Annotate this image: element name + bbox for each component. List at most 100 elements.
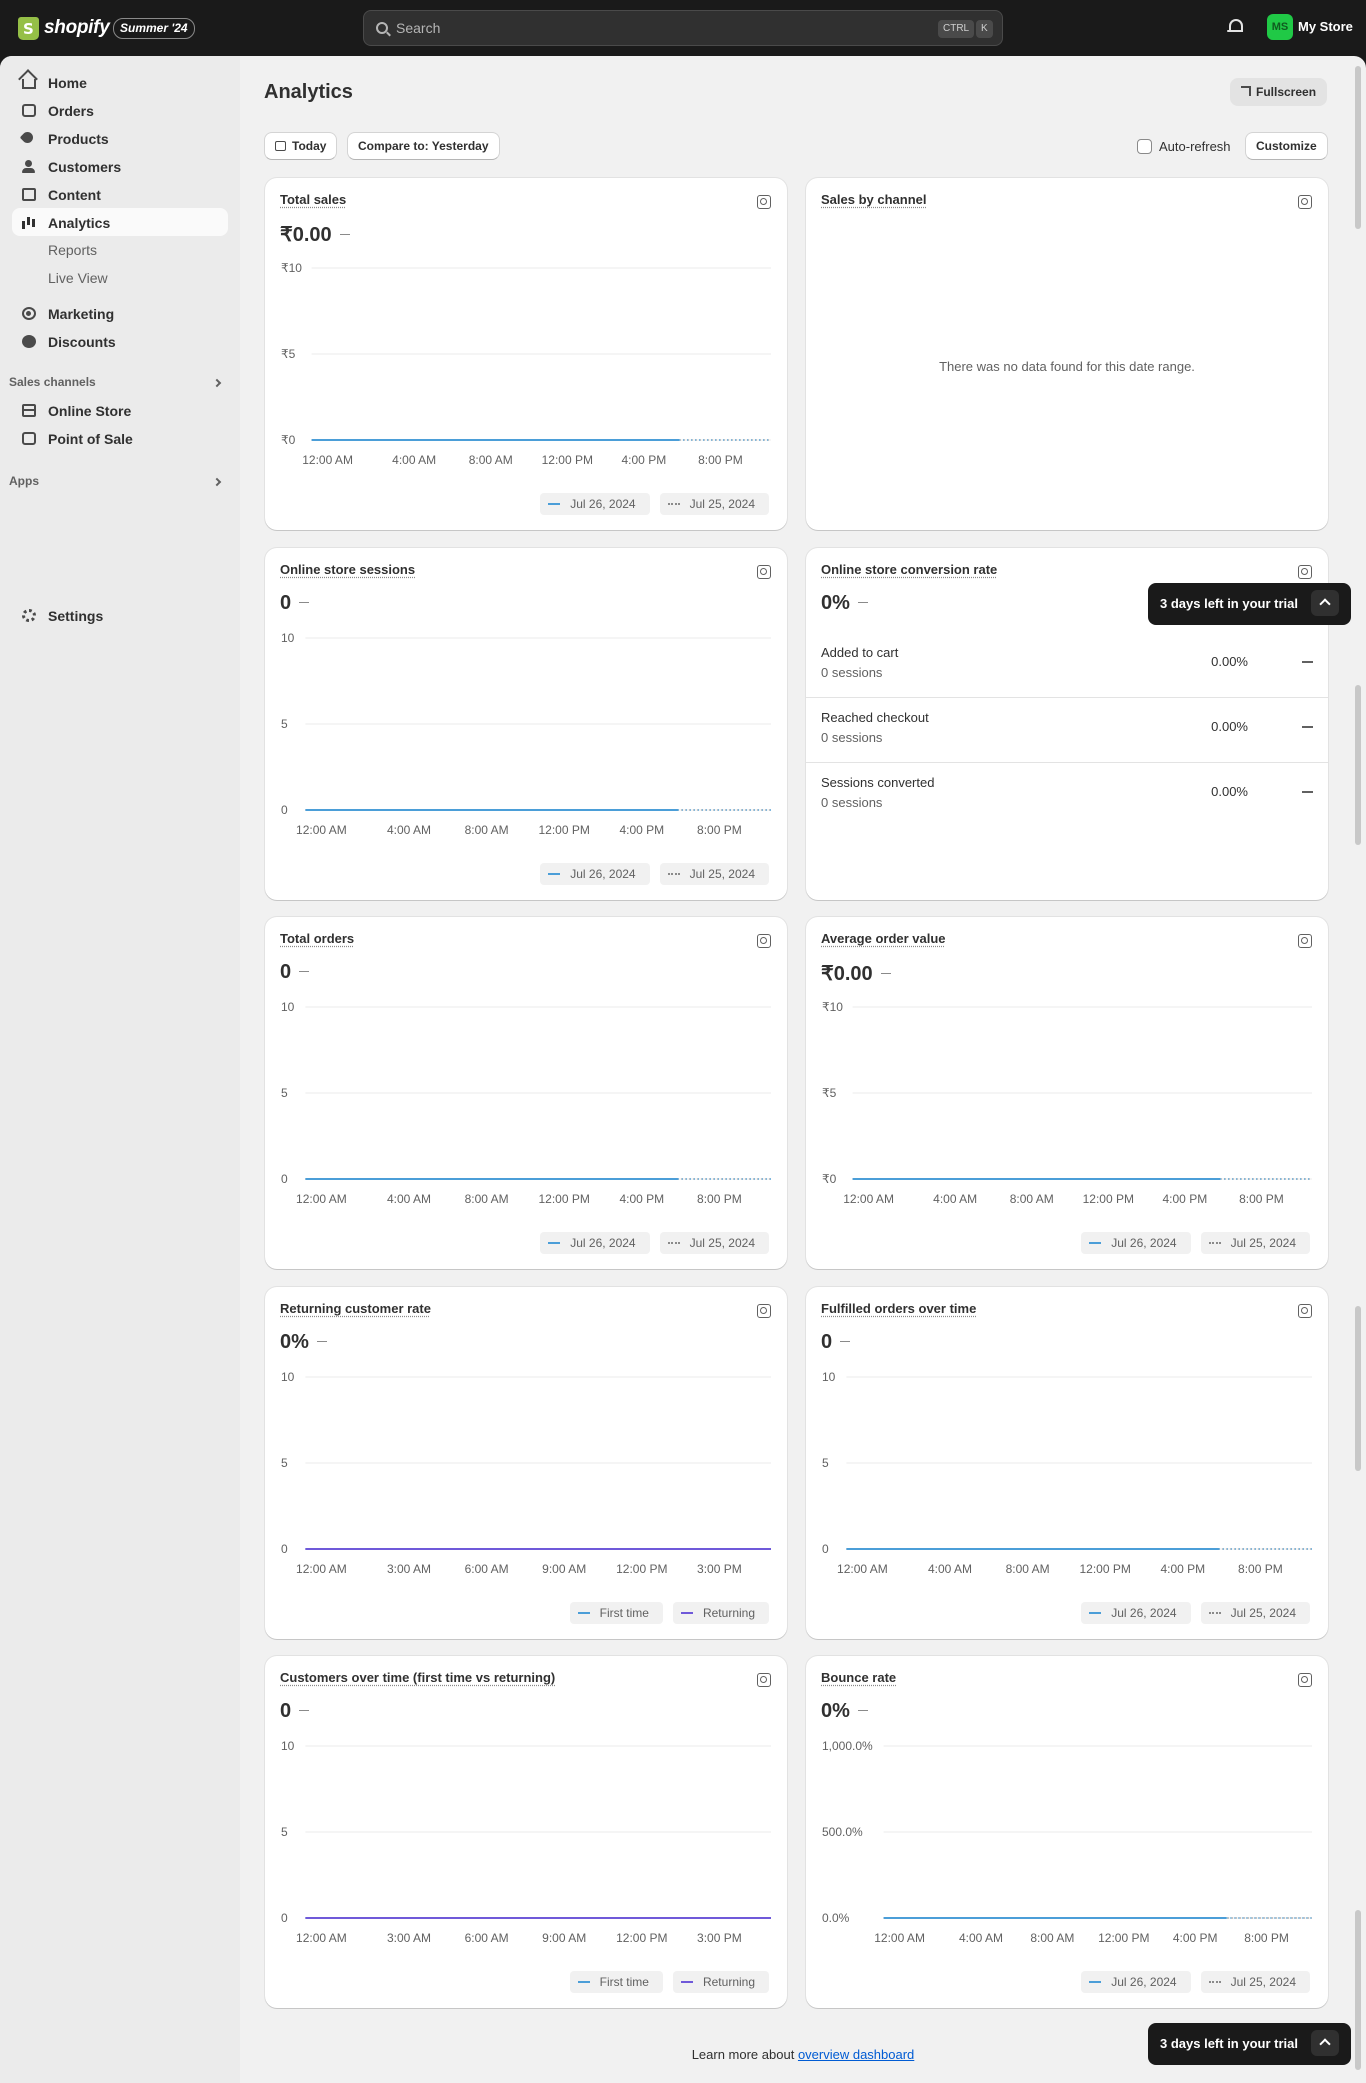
legend-item-previous[interactable]: Jul 25, 2024: [1200, 1602, 1310, 1624]
trial-banner[interactable]: 3 days left in your trial: [1148, 583, 1351, 625]
y-tick-label: 5: [281, 1456, 288, 1470]
card-title[interactable]: Customers over time (first time vs retur…: [280, 1670, 555, 1685]
legend-item-previous[interactable]: Jul 25, 2024: [659, 863, 769, 885]
chevron-up-icon[interactable]: [1311, 590, 1339, 616]
zoom-icon[interactable]: [1298, 1673, 1312, 1687]
legend-swatch: [667, 1242, 680, 1244]
card-title[interactable]: Total sales: [280, 192, 346, 207]
card-title[interactable]: Online store sessions: [280, 562, 415, 577]
sidebar-item-label: Orders: [48, 103, 94, 119]
card-value: 0%: [280, 1331, 327, 1354]
sidebar-item-analytics[interactable]: Analytics: [12, 208, 228, 236]
y-tick-label: 0: [281, 1911, 288, 1925]
chevron-right-icon[interactable]: [212, 477, 222, 487]
fullscreen-button[interactable]: Fullscreen: [1230, 78, 1328, 106]
x-tick-label: 4:00 AM: [387, 1192, 431, 1206]
card-title[interactable]: Bounce rate: [821, 1670, 896, 1685]
zoom-icon[interactable]: [757, 195, 771, 209]
sales-channels-heading[interactable]: Sales channels: [9, 375, 96, 389]
zoom-icon[interactable]: [1298, 1304, 1312, 1318]
legend-item-current[interactable]: Jul 26, 2024: [540, 1232, 650, 1254]
search-bar[interactable]: Search CTRL K: [363, 10, 1003, 46]
zoom-icon[interactable]: [757, 565, 771, 579]
chart-legend: Jul 26, 2024 Jul 25, 2024: [1081, 1971, 1310, 1993]
conversion-row: Added to cart 0 sessions 0.00%: [806, 633, 1328, 698]
discount-icon: [22, 335, 36, 348]
apps-heading[interactable]: Apps: [9, 474, 39, 488]
card-title[interactable]: Total orders: [280, 931, 354, 946]
chevron-up-icon[interactable]: [1311, 2030, 1339, 2056]
card-title[interactable]: Online store conversion rate: [821, 562, 997, 577]
y-tick-label: ₹5: [281, 347, 296, 361]
zoom-icon[interactable]: [1298, 565, 1312, 579]
sidebar-item-point-of-sale[interactable]: Point of Sale: [12, 424, 228, 452]
x-tick-label: 4:00 PM: [619, 1192, 664, 1206]
legend-item-previous[interactable]: Jul 25, 2024: [659, 493, 769, 515]
x-tick-label: 12:00 AM: [296, 1931, 347, 1945]
x-tick-label: 8:00 PM: [698, 453, 743, 467]
zoom-icon[interactable]: [757, 1304, 771, 1318]
edition-badge[interactable]: Summer '24: [113, 18, 195, 39]
legend-item-first-time[interactable]: First time: [569, 1971, 663, 1993]
zoom-icon[interactable]: [1298, 934, 1312, 948]
date-range-label: Today: [292, 139, 327, 153]
trial-banner-text: 3 days left in your trial: [1160, 596, 1298, 611]
legend-item-current[interactable]: Jul 26, 2024: [540, 493, 650, 515]
legend-item-current[interactable]: Jul 26, 2024: [1081, 1232, 1191, 1254]
legend-item-previous[interactable]: Jul 25, 2024: [1200, 1232, 1310, 1254]
x-tick-label: 8:00 AM: [1030, 1931, 1074, 1945]
legend-item-returning[interactable]: Returning: [672, 1971, 769, 1993]
legend-swatch: [1089, 1981, 1102, 1983]
scrollbar-thumb[interactable]: [1355, 685, 1361, 845]
date-range-button[interactable]: Today: [264, 132, 338, 160]
search-input[interactable]: Search: [396, 20, 440, 36]
legend-item-previous[interactable]: Jul 25, 2024: [659, 1232, 769, 1254]
card-title[interactable]: Fulfilled orders over time: [821, 1301, 976, 1316]
conversion-step-sessions: 0 sessions: [821, 795, 883, 810]
legend-item-current[interactable]: Jul 26, 2024: [1081, 1971, 1191, 1993]
store-name[interactable]: My Store: [1298, 19, 1353, 34]
sidebar-item-live-view[interactable]: Live View: [48, 270, 108, 286]
sidebar-item-customers[interactable]: Customers: [12, 152, 228, 180]
x-tick-label: 3:00 AM: [387, 1931, 431, 1945]
legend-item-current[interactable]: Jul 26, 2024: [540, 863, 650, 885]
sidebar-item-orders[interactable]: Orders: [12, 96, 228, 124]
sidebar-item-home[interactable]: Home: [12, 68, 228, 96]
card-title[interactable]: Average order value: [821, 931, 946, 946]
conversion-step-sessions: 0 sessions: [821, 665, 883, 680]
card-title[interactable]: Sales by channel: [821, 192, 927, 207]
legend-item-current[interactable]: Jul 26, 2024: [1081, 1602, 1191, 1624]
sidebar-item-content[interactable]: Content: [12, 180, 228, 208]
x-tick-label: 3:00 PM: [697, 1562, 742, 1576]
compare-button[interactable]: Compare to: Yesterday: [347, 132, 500, 160]
sidebar-item-products[interactable]: Products: [12, 124, 228, 152]
trend-dash-icon: [1302, 791, 1313, 793]
legend-item-returning[interactable]: Returning: [672, 1602, 769, 1624]
sidebar-item-settings[interactable]: Settings: [12, 601, 228, 629]
page-scrollbar[interactable]: [1354, 60, 1362, 2070]
overview-dashboard-link[interactable]: overview dashboard: [798, 2047, 914, 2062]
card-title[interactable]: Returning customer rate: [280, 1301, 431, 1316]
legend-item-previous[interactable]: Jul 25, 2024: [1200, 1971, 1310, 1993]
avatar[interactable]: MS: [1267, 14, 1293, 40]
zoom-icon[interactable]: [757, 1673, 771, 1687]
sidebar-item-discounts[interactable]: Discounts: [12, 327, 228, 355]
sidebar-item-online-store[interactable]: Online Store: [12, 396, 228, 424]
notifications-bell-icon[interactable]: [1227, 18, 1243, 36]
shopify-logo[interactable]: shopify: [18, 16, 110, 40]
sidebar-item-reports[interactable]: Reports: [48, 242, 97, 258]
x-tick-label: 12:00 AM: [296, 1562, 347, 1576]
trend-dash-icon: [1302, 726, 1313, 728]
scrollbar-thumb[interactable]: [1355, 1306, 1361, 1471]
auto-refresh-checkbox[interactable]: [1137, 139, 1152, 154]
sidebar-item-marketing[interactable]: Marketing: [12, 299, 228, 327]
scrollbar-thumb[interactable]: [1355, 66, 1361, 229]
auto-refresh-label[interactable]: Auto-refresh: [1159, 139, 1231, 154]
trial-banner-bottom[interactable]: 3 days left in your trial: [1148, 2023, 1351, 2065]
customize-button[interactable]: Customize: [1245, 132, 1328, 160]
chevron-right-icon[interactable]: [212, 378, 222, 388]
zoom-icon[interactable]: [1298, 195, 1312, 209]
zoom-icon[interactable]: [757, 934, 771, 948]
legend-item-first-time[interactable]: First time: [569, 1602, 663, 1624]
scrollbar-thumb[interactable]: [1355, 1910, 1361, 2070]
